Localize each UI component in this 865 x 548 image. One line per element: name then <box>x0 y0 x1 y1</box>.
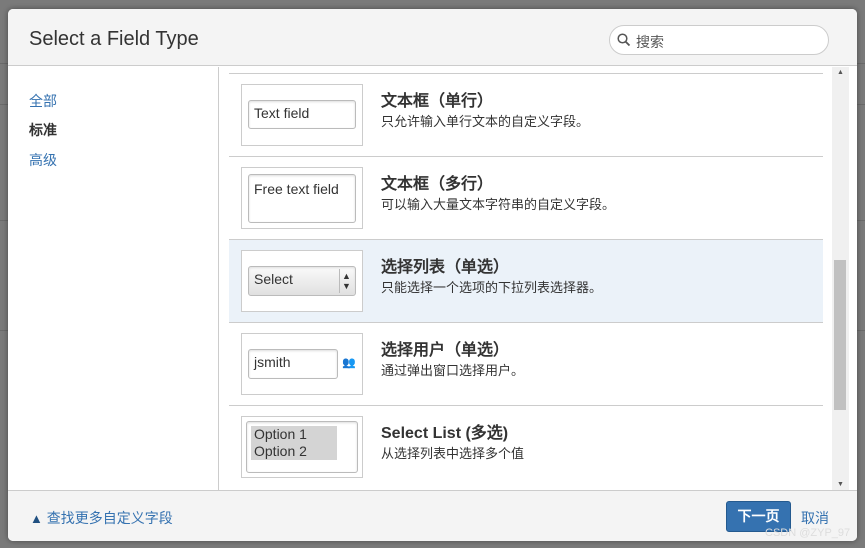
field-desc: 只能选择一个选项的下拉列表选择器。 <box>381 280 603 295</box>
watermark: CSDN @ZYP_97 <box>765 527 851 539</box>
preview-select-label: Select <box>254 271 293 287</box>
field-type-list: Text field 文本框（单行） 只允许输入单行文本的自定义字段。 Free… <box>229 73 823 488</box>
select-arrows-icon: ▲ ▼ <box>339 269 353 293</box>
field-title: 文本框（多行） <box>381 176 494 193</box>
field-type-text-multi[interactable]: Free text field 文本框（多行） 可以输入大量文本字符串的自定义字… <box>229 156 823 239</box>
field-type-user-picker[interactable]: jsmith 👥 选择用户（单选） 通过弹出窗口选择用户。 <box>229 322 823 405</box>
category-nav: 全部 标准 高级 <box>8 67 219 490</box>
scrollbar-thumb[interactable] <box>834 260 846 410</box>
dialog-header: Select a Field Type 搜索 <box>8 9 857 66</box>
find-more-fields-link[interactable]: ▲ 查找更多自定义字段 <box>30 508 173 528</box>
preview-textarea: Free text field <box>248 174 356 223</box>
field-title: 选择列表（单选） <box>381 259 510 276</box>
nav-item-all[interactable]: 全部 <box>29 91 57 111</box>
field-preview: jsmith 👥 <box>241 333 363 395</box>
cancel-link[interactable]: 取消 <box>801 508 829 528</box>
preview-text-field: Text field <box>248 100 356 129</box>
option: Option 1 <box>251 426 337 443</box>
field-preview: Free text field <box>241 167 363 229</box>
field-preview: Select ▲ ▼ <box>241 250 363 312</box>
marketplace-bag-icon: ▲ <box>30 511 43 526</box>
nav-item-advanced[interactable]: 高级 <box>29 150 57 170</box>
field-desc: 可以输入大量文本字符串的自定义字段。 <box>381 197 616 212</box>
option: Option 2 <box>251 443 337 460</box>
field-title: Select List (多选) <box>381 425 509 442</box>
search-placeholder: 搜索 <box>636 34 664 50</box>
field-title: 文本框（单行） <box>381 93 494 110</box>
field-desc: 只允许输入单行文本的自定义字段。 <box>381 114 590 129</box>
select-field-type-dialog: Select a Field Type 搜索 全部 标准 高级 Text fie… <box>8 9 857 541</box>
list-scrollbar[interactable]: ▲ ▼ <box>832 67 849 490</box>
scroll-down-icon[interactable]: ▼ <box>837 481 844 488</box>
find-more-fields-label: 查找更多自定义字段 <box>46 510 173 526</box>
preview-select: Select ▲ ▼ <box>248 266 356 296</box>
scroll-up-icon[interactable]: ▲ <box>837 69 844 76</box>
users-icon: 👥 <box>342 357 356 369</box>
preview-multiselect: Option 1 Option 2 <box>246 421 358 473</box>
field-desc: 通过弹出窗口选择用户。 <box>381 363 525 378</box>
field-type-select-multi[interactable]: Option 1 Option 2 Select List (多选) 从选择列表… <box>229 405 823 488</box>
preview-user-field: jsmith <box>248 349 338 379</box>
dialog-footer: ▲ 查找更多自定义字段 下一页 取消 <box>8 490 857 541</box>
search-icon <box>617 33 631 47</box>
search-input[interactable]: 搜索 <box>609 25 829 55</box>
nav-item-standard[interactable]: 标准 <box>29 120 57 140</box>
field-preview: Text field <box>241 84 363 146</box>
field-type-select-single[interactable]: Select ▲ ▼ 选择列表（单选） 只能选择一个选项的下拉列表选择器。 <box>229 239 823 322</box>
field-title: 选择用户（单选） <box>381 342 510 359</box>
field-preview: Option 1 Option 2 <box>241 416 363 478</box>
dialog-title: Select a Field Type <box>29 28 199 50</box>
field-desc: 从选择列表中选择多个值 <box>381 446 525 461</box>
field-type-text-single[interactable]: Text field 文本框（单行） 只允许输入单行文本的自定义字段。 <box>229 73 823 156</box>
